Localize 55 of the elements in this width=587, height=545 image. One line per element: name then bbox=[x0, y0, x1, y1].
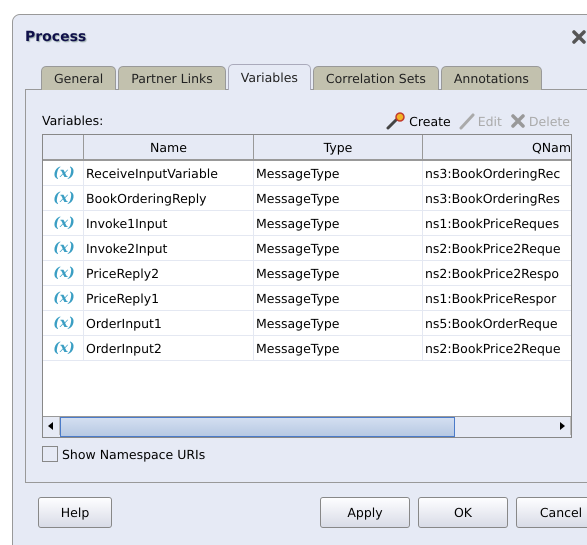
variable-icon: (x) bbox=[53, 215, 75, 231]
table-cell: ns1:BookPriceReques bbox=[423, 211, 571, 236]
checkbox[interactable] bbox=[42, 446, 58, 462]
variable-icon: (x) bbox=[53, 315, 75, 331]
dialog-button[interactable]: Cancel bbox=[516, 497, 587, 528]
table-cell: MessageType bbox=[254, 261, 423, 286]
horizontal-scrollbar[interactable] bbox=[43, 416, 571, 437]
column-header[interactable]: Name bbox=[84, 135, 254, 161]
tab[interactable]: Correlation Sets bbox=[312, 66, 439, 90]
table-cell: ns1:BookPriceRespor bbox=[423, 286, 571, 311]
dialog-button[interactable]: OK bbox=[418, 497, 508, 528]
variable-icon: (x) bbox=[53, 340, 75, 356]
table-cell: ns5:BookOrderReque bbox=[423, 311, 571, 336]
table-cell: MessageType bbox=[254, 286, 423, 311]
dialog-button[interactable]: Apply bbox=[320, 497, 410, 528]
table-cell: ns2:BookPrice2Respo bbox=[423, 261, 571, 286]
create-button[interactable]: Create bbox=[386, 112, 451, 130]
table-cell: ns2:BookPrice2Reque bbox=[423, 236, 571, 261]
variable-icon: (x) bbox=[53, 290, 75, 306]
table-cell: PriceReply1 bbox=[84, 286, 254, 311]
close-icon[interactable] bbox=[571, 29, 587, 45]
table-cell: ns3:BookOrderingRes bbox=[423, 186, 571, 211]
dialog-button[interactable]: Help bbox=[38, 497, 112, 528]
table-cell: Invoke1Input bbox=[84, 211, 254, 236]
tab[interactable]: Annotations bbox=[440, 66, 542, 90]
checkbox-label: Show Namespace URIs bbox=[62, 446, 206, 462]
table-cell: BookOrderingReply bbox=[84, 186, 254, 211]
scroll-thumb[interactable] bbox=[60, 417, 455, 437]
variables-label: Variables: bbox=[42, 113, 104, 128]
table-cell: PriceReply2 bbox=[84, 261, 254, 286]
tab[interactable]: Partner Links bbox=[118, 66, 226, 90]
pencil-icon bbox=[458, 112, 475, 130]
column-header[interactable]: Type bbox=[254, 135, 423, 161]
wand-icon bbox=[386, 112, 406, 130]
table-cell: OrderInput2 bbox=[84, 336, 254, 361]
table-cell: MessageType bbox=[254, 161, 423, 186]
table-cell: MessageType bbox=[254, 211, 423, 236]
tab[interactable]: Variables bbox=[228, 64, 311, 90]
variable-icon: (x) bbox=[53, 165, 75, 181]
table-cell: Invoke2Input bbox=[84, 236, 254, 261]
table-cell: ns3:BookOrderingRec bbox=[423, 161, 571, 186]
table-cell: ReceiveInputVariable bbox=[84, 161, 254, 186]
table-cell: MessageType bbox=[254, 336, 423, 361]
table-cell: MessageType bbox=[254, 311, 423, 336]
variable-icon: (x) bbox=[53, 190, 75, 206]
tab[interactable]: General bbox=[41, 66, 116, 90]
column-header[interactable]: QNam bbox=[423, 135, 571, 161]
table-cell: MessageType bbox=[254, 236, 423, 261]
variable-icon: (x) bbox=[53, 265, 75, 281]
table-cell: OrderInput1 bbox=[84, 311, 254, 336]
variable-icon: (x) bbox=[53, 240, 75, 256]
delete-icon bbox=[510, 113, 526, 129]
table-cell: MessageType bbox=[254, 186, 423, 211]
window-title: Process bbox=[25, 29, 86, 45]
table-cell: ns2:BookPrice2Reque bbox=[423, 336, 571, 361]
